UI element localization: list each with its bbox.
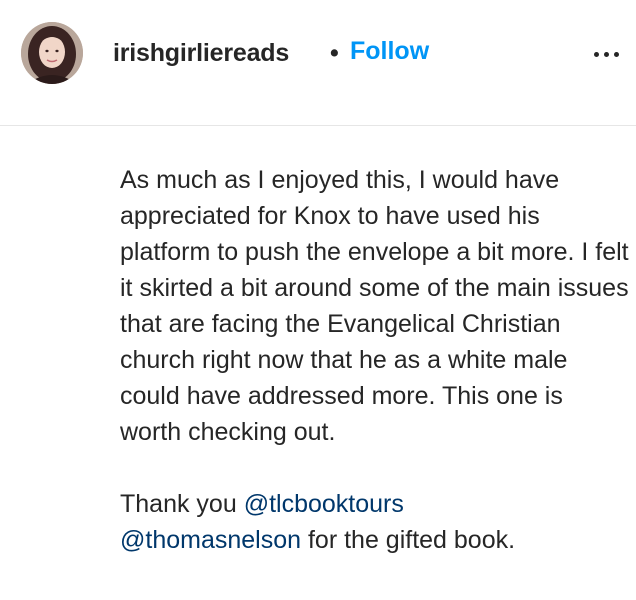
avatar-photo [21, 22, 83, 84]
thanks-prefix: Thank you [120, 490, 244, 518]
more-horizontal-icon[interactable] [592, 44, 622, 64]
thanks-line: Thank you @tlcbooktours @thomasnelson for… [120, 486, 630, 558]
separator-dot: • [330, 39, 339, 67]
mention-thomasnelson[interactable]: @thomasnelson [120, 526, 301, 554]
post-caption: As much as I enjoyed this, I would have … [120, 162, 630, 558]
review-text: As much as I enjoyed this, I would have … [120, 166, 629, 446]
avatar[interactable] [21, 22, 83, 84]
username[interactable]: irishgirliereads [113, 36, 289, 70]
thanks-suffix: for the gifted book. [301, 526, 516, 554]
post-header: irishgirliereads • Follow [0, 0, 636, 126]
follow-button[interactable]: Follow [350, 34, 429, 68]
mention-tlcbooktours[interactable]: @tlcbooktours [244, 490, 404, 518]
